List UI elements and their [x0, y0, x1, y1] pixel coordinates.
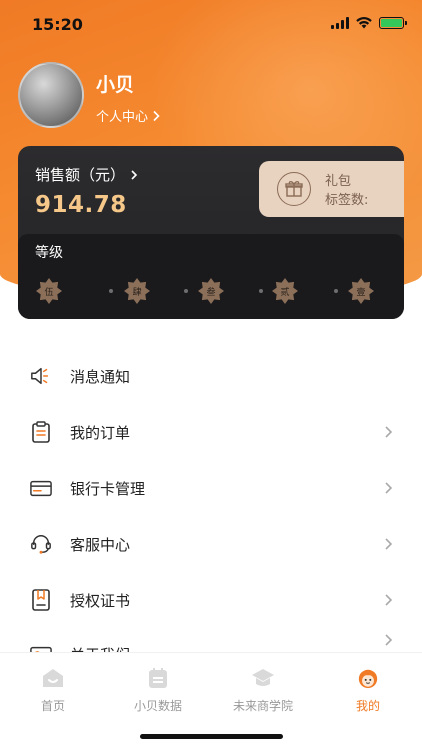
wifi-icon — [356, 17, 372, 29]
headset-icon — [30, 533, 52, 555]
chevron-right-icon — [131, 169, 138, 180]
chevron-right-icon — [385, 482, 393, 494]
tab-label: 我的 — [355, 699, 380, 713]
level-separator — [184, 289, 188, 293]
bank-card-icon — [30, 477, 52, 499]
tab-academy[interactable]: 未来商学院 — [218, 667, 308, 714]
tab-data[interactable]: 小贝数据 — [113, 667, 203, 714]
status-time: 15:20 — [32, 15, 83, 34]
tab-label: 首页 — [40, 699, 65, 713]
certificate-icon — [30, 589, 52, 611]
menu-item-notifications[interactable]: 消息通知 — [0, 348, 422, 404]
home-indicator — [140, 734, 283, 739]
level-separator — [259, 289, 263, 293]
settings-menu: 消息通知 我的订单 银行卡管理 客服中心 授权证书 — [0, 348, 422, 658]
status-bar: 15:20 — [0, 0, 422, 48]
menu-label: 我的订单 — [70, 423, 131, 442]
level-title: 等级 — [35, 245, 63, 261]
sales-title-link[interactable]: 销售额（元） — [35, 164, 138, 185]
chevron-right-icon — [153, 110, 160, 121]
chevron-right-icon — [385, 538, 393, 550]
sales-value: 914.78 — [35, 192, 127, 218]
calendar-data-icon — [149, 668, 167, 688]
avatar[interactable] — [18, 62, 84, 128]
menu-label: 消息通知 — [70, 367, 131, 386]
level-badges: 伍 肆 叁 贰 壹 — [36, 278, 386, 304]
menu-label: 银行卡管理 — [70, 479, 146, 498]
home-icon — [43, 669, 63, 687]
menu-item-orders[interactable]: 我的订单 — [0, 404, 422, 460]
level-badge: 肆 — [124, 278, 150, 304]
chevron-right-icon — [385, 634, 393, 646]
username: 小贝 — [96, 74, 135, 96]
level-separator — [334, 289, 338, 293]
level-badge: 壹 — [348, 278, 374, 304]
status-icons — [331, 17, 407, 29]
menu-label: 客服中心 — [70, 535, 131, 554]
menu-label: 授权证书 — [70, 591, 131, 610]
menu-item-bank-cards[interactable]: 银行卡管理 — [0, 460, 422, 516]
level-badge: 贰 — [272, 278, 298, 304]
personal-center-link[interactable]: 个人中心 — [96, 106, 161, 125]
signal-icon — [331, 17, 349, 29]
level-panel: 等级 伍 肆 叁 贰 壹 — [18, 234, 404, 319]
chevron-right-icon — [385, 594, 393, 606]
personal-center-label: 个人中心 — [96, 110, 149, 125]
order-list-icon — [30, 421, 52, 443]
level-badge: 伍 — [36, 278, 62, 304]
sales-title: 销售额（元） — [35, 166, 126, 184]
battery-icon — [379, 17, 407, 29]
level-badge: 叁 — [198, 278, 224, 304]
menu-item-certificate[interactable]: 授权证书 — [0, 572, 422, 628]
tab-home[interactable]: 首页 — [8, 667, 98, 714]
gift-icon — [277, 172, 311, 206]
gift-panel[interactable]: 礼包 标签数: — [259, 161, 404, 217]
gift-count-label: 标签数: — [325, 193, 369, 208]
gift-label: 礼包 — [325, 174, 352, 189]
sales-card: 销售额（元） 914.78 礼包 标签数: 等级 伍 肆 叁 贰 壹 — [18, 146, 404, 319]
tab-label: 未来商学院 — [232, 699, 293, 713]
chevron-right-icon — [385, 426, 393, 438]
tab-mine[interactable]: 我的 — [323, 667, 413, 714]
graduation-cap-icon — [252, 669, 274, 686]
menu-item-customer-service[interactable]: 客服中心 — [0, 516, 422, 572]
speaker-icon — [30, 365, 52, 387]
level-separator — [109, 289, 113, 293]
profile-mascot-icon — [358, 669, 378, 689]
tab-label: 小贝数据 — [133, 699, 182, 713]
